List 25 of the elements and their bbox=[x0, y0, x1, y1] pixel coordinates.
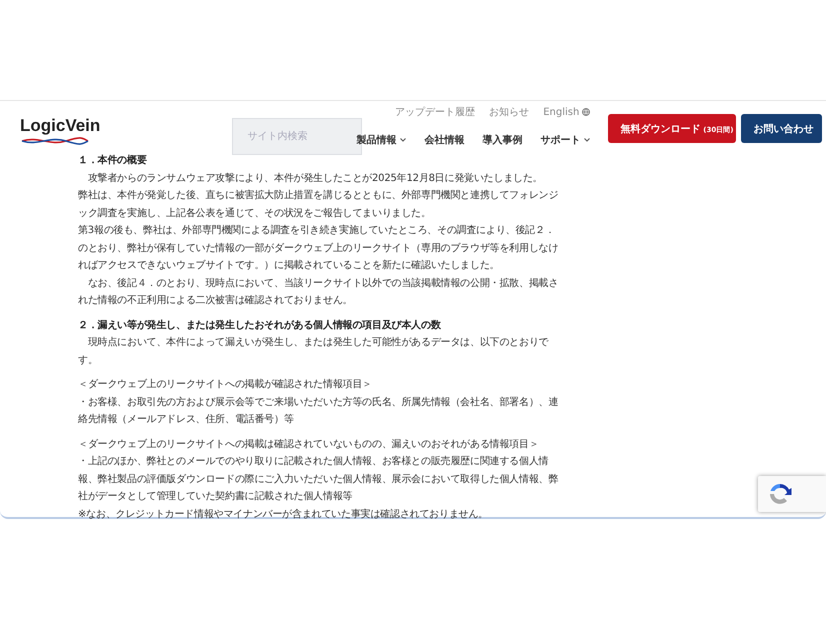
section-heading: １．本件の概要 bbox=[78, 154, 148, 168]
header-button[interactable]: お問い合わせ bbox=[741, 114, 822, 143]
paragraph: ＜ダークウェブ上のリークサイトへの掲載が確認された情報項目＞ bbox=[78, 378, 374, 392]
paragraph: ・上記のほか、弊社とのメールでのやり取りに記載された個人情報、お客様との販売履歴に関連する個人情報、弊社製品の評価版ダウンロードの際にご入力いただいた個人情報、展示会において取得した個人情報、弊社がデータとして管理していた契約書に記載された個人情報等 bbox=[78, 454, 560, 504]
globe-icon bbox=[582, 108, 590, 116]
nav-link[interactable]: 導入事例 bbox=[482, 133, 522, 147]
chevron-down-icon bbox=[584, 138, 590, 142]
paragraph: なお、後記４．のとおり、現時点において、当該リークサイト以外での当該掲載情報の公開・拡散、掲載された情報の不正利用による二次被害は確認されておりません。 bbox=[78, 276, 560, 308]
utility-link[interactable]: English bbox=[543, 105, 590, 119]
logo[interactable]: LogicVein bbox=[18, 115, 102, 146]
section-heading: ２．漏えい等が発生し、または発生したおそれがある個人情報の項目及び本人の数 bbox=[78, 318, 442, 332]
paragraph: 攻撃者からのランサムウェア攻撃により、本件が発生したことが2025年12月8日に発覚いたしました。 bbox=[86, 172, 544, 186]
paragraph: 現時点において、本件によって漏えいが発生し、または発生した可能性があるデータは、以下のとおりです。 bbox=[78, 336, 550, 368]
nav-link[interactable]: サポート bbox=[540, 133, 590, 147]
chevron-down-icon bbox=[400, 138, 406, 142]
recaptcha-icon bbox=[767, 481, 793, 507]
paragraph: ・お客様、お取引先の方および展示会等でご来場いただいた方等の氏名、所属先情報（会社名、部署名）、連絡先情報（メールアドレス、住所、電話番号）等 bbox=[78, 396, 560, 427]
utility-link[interactable]: アップデート履歴 bbox=[395, 105, 476, 119]
paragraph: 第3報の後も、弊社は、外部専門機関による調査を引き続き実施していたところ、その調査により、後記２．のとおり、弊社が保有していた情報の一部がダークウェブ上のリークサイト（専用のブラウザ等を利用しなければアクセスできないウェブサイトです。）に掲載されていることを新たに確認いたしました。 bbox=[78, 224, 560, 273]
paragraph: ※なお、クレジットカード情報やマイナンバーが含まれていた事実は確認されておりません。 bbox=[78, 508, 489, 522]
utility-link[interactable]: お知らせ bbox=[489, 105, 530, 119]
recaptcha-badge[interactable] bbox=[758, 476, 826, 512]
nav-link[interactable]: 会社情報 bbox=[424, 133, 464, 147]
paragraph: 弊社は、本件が発覚した後、直ちに被害拡大防止措置を講じるとともに、外部専門機関と連携してフォレンジック調査を実施し、上記各公表を通じて、その状況をご報告してまいりました。 bbox=[78, 188, 560, 220]
paragraph: ＜ダークウェブ上のリークサイトへの掲載は確認されていないものの、漏えいのおそれがある情報項目＞ bbox=[78, 438, 540, 452]
